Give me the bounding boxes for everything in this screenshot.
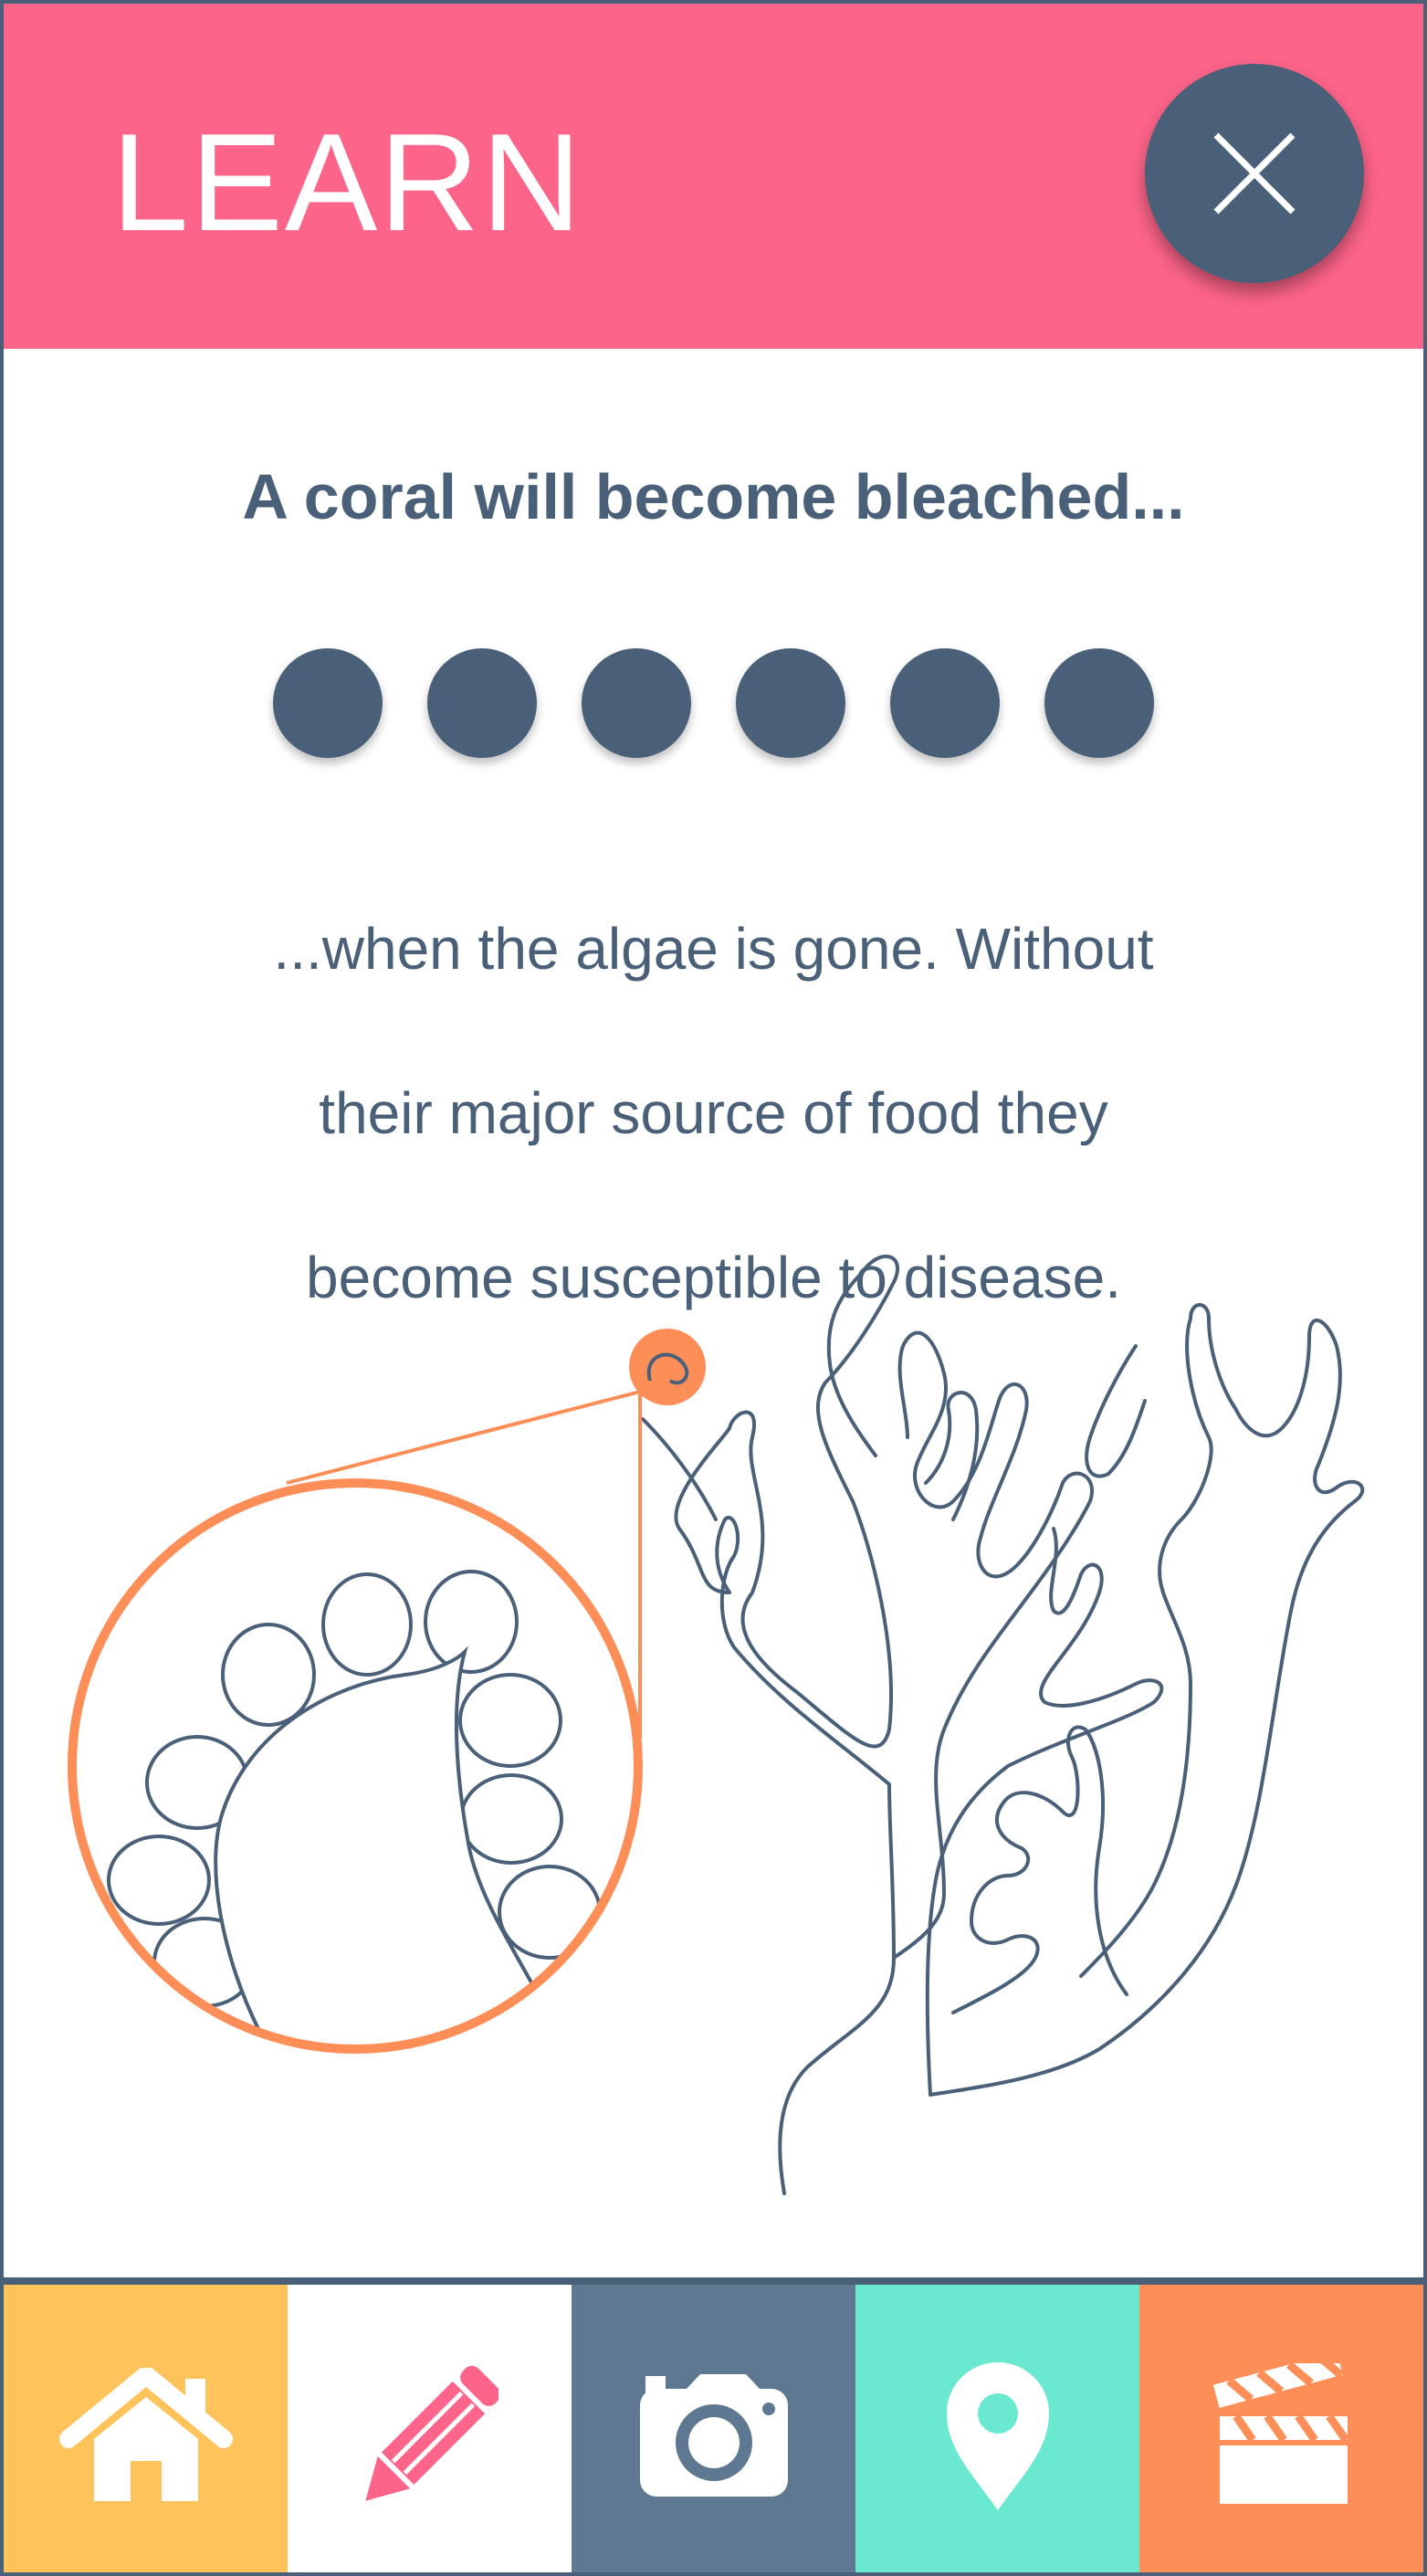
progress-dot[interactable] [427, 648, 537, 758]
nav-map[interactable] [855, 2285, 1139, 2572]
algae-cell [424, 1570, 519, 1674]
zoom-point-marker [629, 1329, 706, 1405]
algae-cell [458, 1673, 562, 1768]
close-icon [1213, 132, 1296, 215]
camera-icon [639, 2373, 788, 2497]
page-title: LEARN [111, 105, 583, 260]
algae-cell [498, 1865, 602, 1960]
progress-dot[interactable] [273, 648, 383, 758]
location-pin-icon [946, 2361, 1049, 2510]
home-icon [58, 2367, 233, 2501]
pencil-icon [364, 2365, 498, 2501]
header-bar: LEARN [4, 4, 1423, 349]
bottom-nav [4, 2277, 1423, 2572]
progress-dot[interactable] [582, 648, 691, 758]
nav-learn[interactable] [288, 2285, 572, 2572]
lesson-progress [4, 648, 1423, 758]
lesson-headline: A coral will become bleached... [242, 461, 1185, 532]
polyp-zoom-detail [68, 1478, 643, 2054]
progress-dot[interactable] [1044, 648, 1154, 758]
coral-illustration [68, 1255, 1365, 2195]
clapperboard-icon [1212, 2362, 1349, 2504]
progress-dot[interactable] [890, 648, 1000, 758]
nav-video[interactable] [1139, 2285, 1423, 2572]
progress-dot[interactable] [736, 648, 845, 758]
algae-cell [221, 1623, 316, 1727]
close-button[interactable] [1145, 64, 1364, 283]
nav-camera[interactable] [572, 2285, 855, 2572]
app-screen: LEARN A coral will become bleached... ..… [0, 0, 1427, 2576]
nav-home[interactable] [4, 2285, 288, 2572]
algae-cell [459, 1773, 563, 1865]
algae-cell [321, 1572, 413, 1677]
coral-branch-drawing [641, 1255, 1365, 2195]
body-line: ...when the algae is gone. Without [273, 916, 1154, 982]
algae-cell [107, 1835, 211, 1926]
